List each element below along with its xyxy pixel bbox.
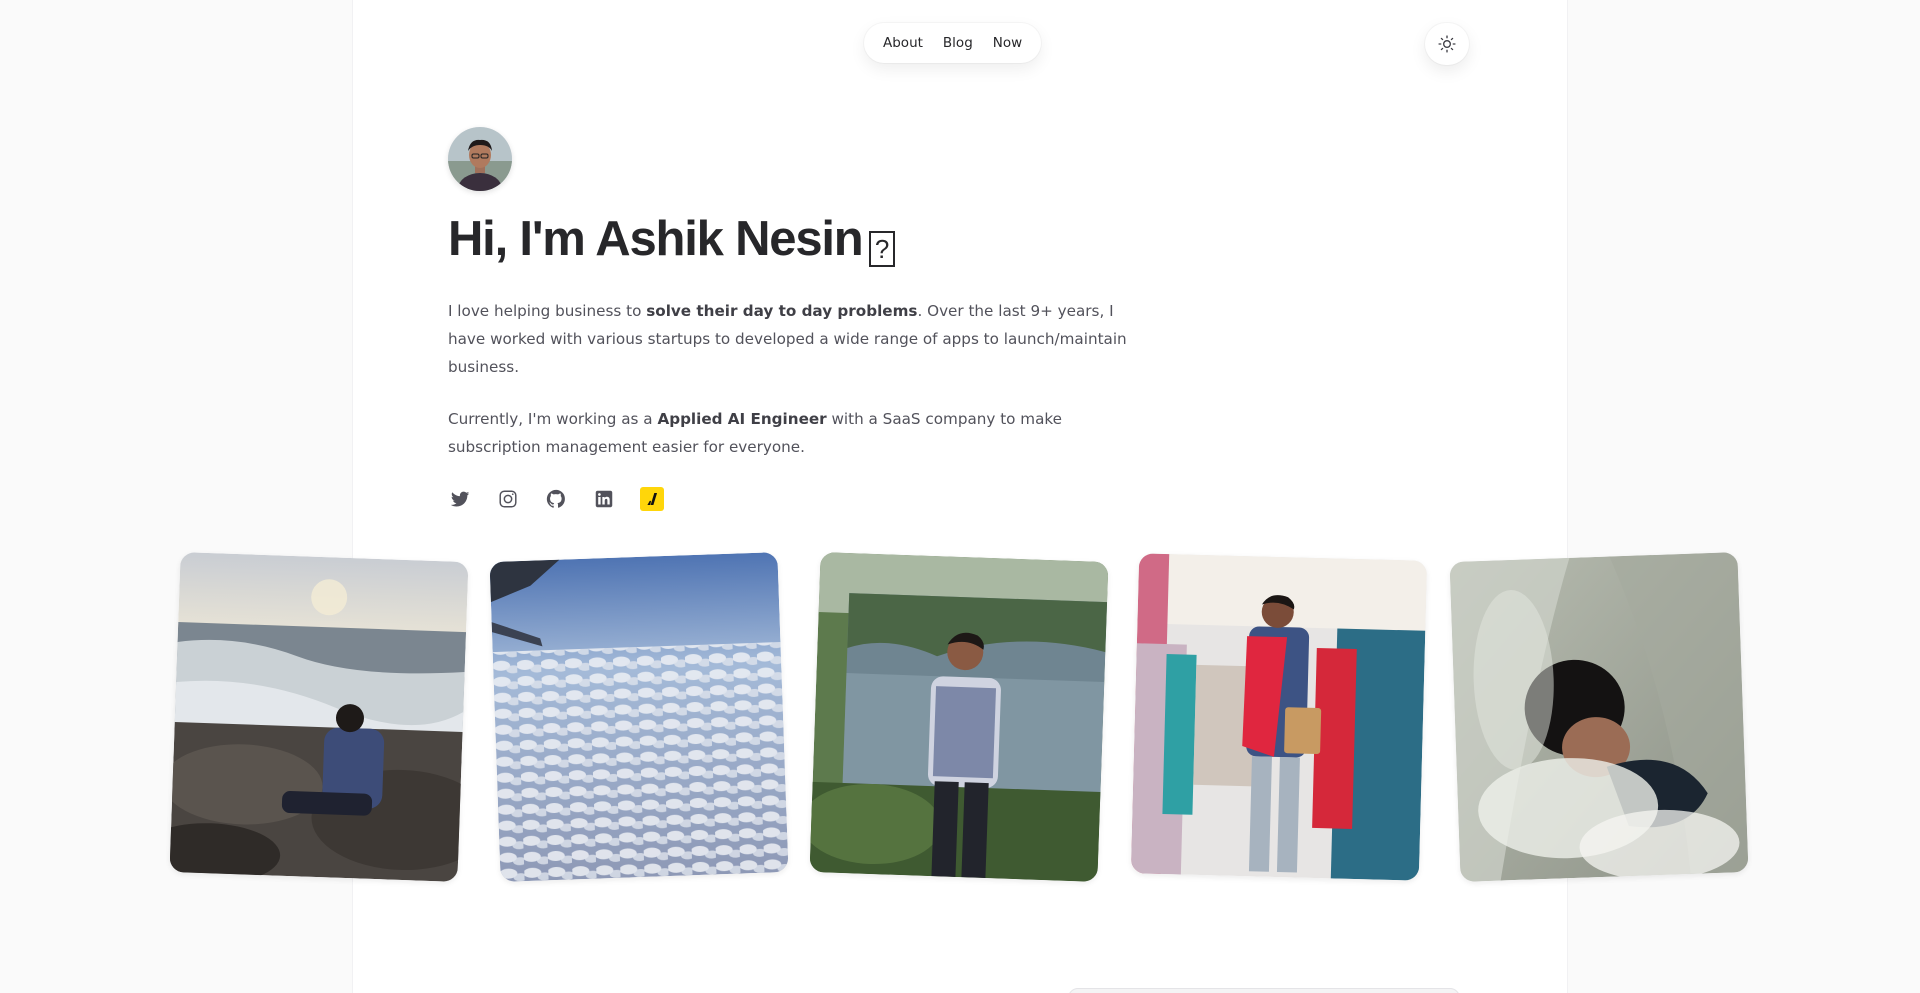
photo-mossy-wall [809,552,1109,882]
instagram-icon [499,490,517,508]
photo-clothing-store [1130,553,1428,881]
bio-paragraph-2: Currently, I'm working as a Applied AI E… [448,405,1128,461]
theme-toggle-button[interactable] [1425,23,1469,65]
twitter-link[interactable] [448,487,472,511]
page-title: Hi, I'm Ashik Nesin? [448,212,1128,267]
photo-clouds [489,552,789,882]
bio: I love helping business to solve their d… [448,297,1128,461]
nav-about-link[interactable]: About [875,29,931,57]
twitter-icon [450,491,470,507]
brand-link[interactable] [640,487,664,511]
title-text: Hi, I'm Ashik Nesin [448,212,864,266]
social-links [448,487,1128,511]
linkedin-link[interactable] [592,487,616,511]
bio-paragraph-1: I love helping business to solve their d… [448,297,1128,381]
photo-waterfall [1449,552,1749,882]
photo-sea-rocks [169,552,469,882]
waving-hand-icon: ? [868,231,895,267]
hero-section: Hi, I'm Ashik Nesin? I love helping busi… [448,127,1128,511]
bio-1-highlight: solve their day to day problems [646,302,918,320]
linkedin-icon [595,490,613,508]
top-nav: About Blog Now [864,23,1042,63]
github-link[interactable] [544,487,568,511]
bio-2-text: Currently, I'm working as a [448,410,658,428]
sun-icon [1437,34,1457,54]
bottom-card [1068,988,1460,993]
nav-now-link[interactable]: Now [985,29,1030,57]
instagram-link[interactable] [496,487,520,511]
github-icon [546,489,565,508]
avatar [448,127,512,191]
nav-blog-link[interactable]: Blog [935,29,981,57]
brand-icon [647,493,658,505]
bio-1-text: I love helping business to [448,302,647,320]
bio-2-highlight: Applied AI Engineer [657,410,827,428]
